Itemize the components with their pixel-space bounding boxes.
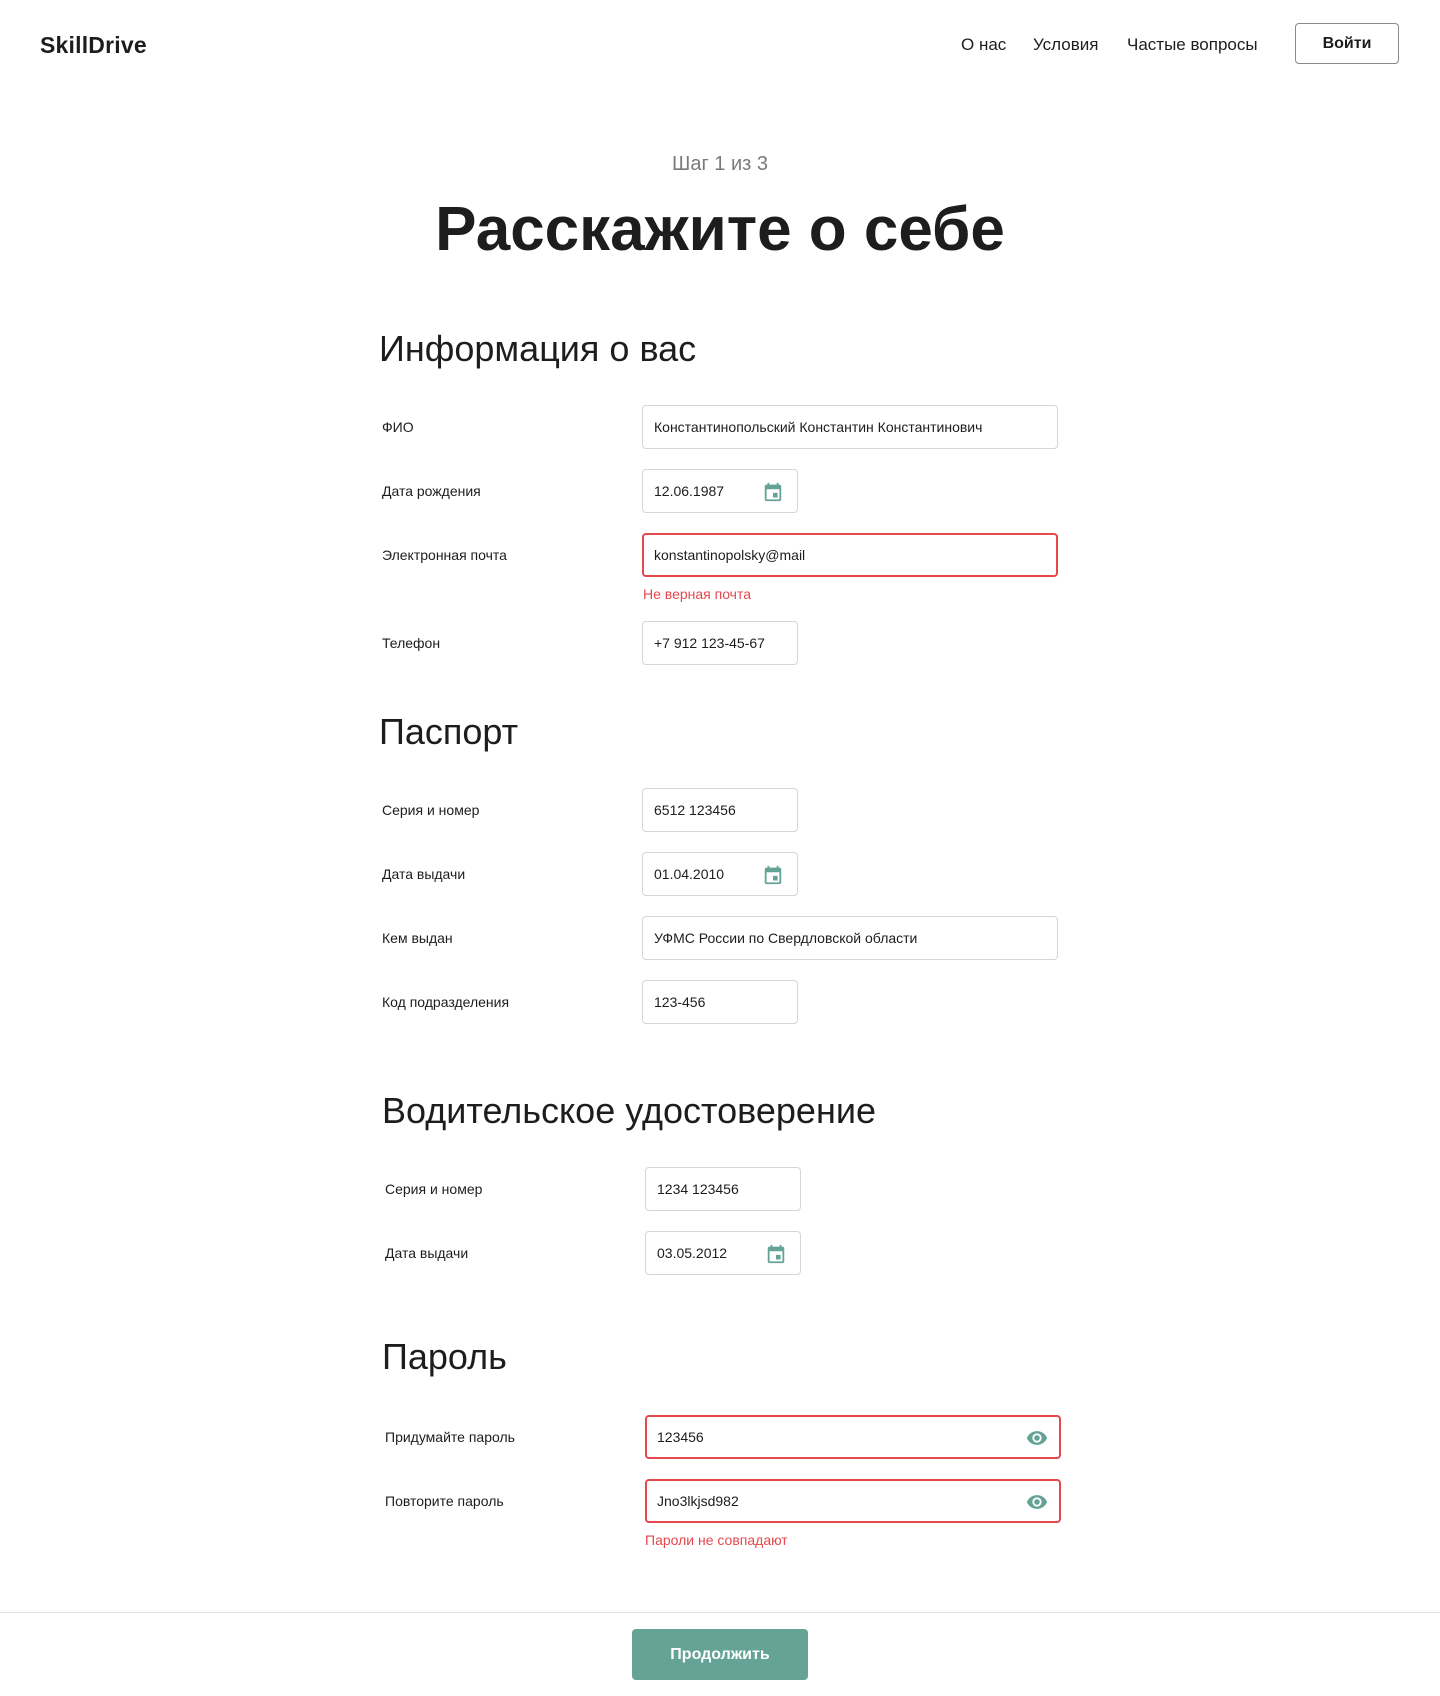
logo[interactable]: SkillDrive <box>40 30 147 60</box>
passport-code-label: Код подразделения <box>382 994 510 1010</box>
new-password-field[interactable] <box>645 1415 1061 1459</box>
email-field[interactable] <box>642 533 1058 577</box>
eye-icon[interactable] <box>1026 1491 1048 1513</box>
section-title-passport: Паспорт <box>379 711 519 752</box>
continue-button[interactable]: Продолжить <box>632 1629 808 1680</box>
license-date-field[interactable] <box>645 1231 801 1275</box>
login-button[interactable]: Войти <box>1295 23 1399 64</box>
page-title: Расскажите о себе <box>435 195 1005 264</box>
fio-field[interactable] <box>642 405 1058 449</box>
section-title-password: Пароль <box>382 1336 507 1377</box>
nav-about[interactable]: О нас <box>961 34 1006 56</box>
fio-label: ФИО <box>382 419 414 435</box>
passport-date-field[interactable] <box>642 852 798 896</box>
passport-issuer-input[interactable] <box>654 917 1044 959</box>
license-date-input[interactable] <box>657 1232 757 1274</box>
section-title-license: Водительское удостоверение <box>382 1090 876 1131</box>
passport-number-label: Серия и номер <box>382 802 480 818</box>
eye-icon[interactable] <box>1026 1427 1048 1449</box>
phone-input[interactable] <box>654 622 789 664</box>
new-password-label: Придумайте пароль <box>385 1429 515 1445</box>
birth-date-label: Дата рождения <box>382 483 481 499</box>
section-title-personal: Информация о вас <box>379 328 697 369</box>
email-error-message: Не верная почта <box>643 586 752 602</box>
passport-code-input[interactable] <box>654 981 789 1023</box>
step-indicator: Шаг 1 из 3 <box>671 153 768 175</box>
repeat-password-input[interactable] <box>657 1481 1007 1521</box>
passport-number-field[interactable] <box>642 788 798 832</box>
calendar-icon[interactable] <box>765 1243 787 1265</box>
email-input[interactable] <box>654 535 1044 575</box>
header: SkillDrive О нас Условия Частые вопросы … <box>0 0 1440 90</box>
repeat-password-label: Повторите пароль <box>385 1493 504 1509</box>
footer-divider <box>0 1612 1440 1613</box>
passport-code-field[interactable] <box>642 980 798 1024</box>
phone-field[interactable] <box>642 621 798 665</box>
passport-date-input[interactable] <box>654 853 754 895</box>
license-number-label: Серия и номер <box>385 1181 483 1197</box>
email-label: Электронная почта <box>382 547 507 563</box>
password-mismatch-error: Пароли не совпадают <box>645 1532 788 1548</box>
birth-date-field[interactable] <box>642 469 798 513</box>
calendar-icon[interactable] <box>762 481 784 503</box>
birth-date-input[interactable] <box>654 470 754 512</box>
license-date-label: Дата выдачи <box>385 1245 469 1261</box>
repeat-password-field[interactable] <box>645 1479 1061 1523</box>
nav-faq[interactable]: Частые вопросы <box>1127 34 1258 56</box>
passport-number-input[interactable] <box>654 789 789 831</box>
phone-label: Телефон <box>382 635 441 651</box>
nav-terms[interactable]: Условия <box>1033 34 1098 56</box>
license-number-field[interactable] <box>645 1167 801 1211</box>
license-number-input[interactable] <box>657 1168 792 1210</box>
passport-issuer-field[interactable] <box>642 916 1058 960</box>
passport-date-label: Дата выдачи <box>382 866 466 882</box>
new-password-input[interactable] <box>657 1417 1007 1457</box>
passport-issuer-label: Кем выдан <box>382 930 453 946</box>
calendar-icon[interactable] <box>762 864 784 886</box>
fio-input[interactable] <box>654 406 1044 448</box>
